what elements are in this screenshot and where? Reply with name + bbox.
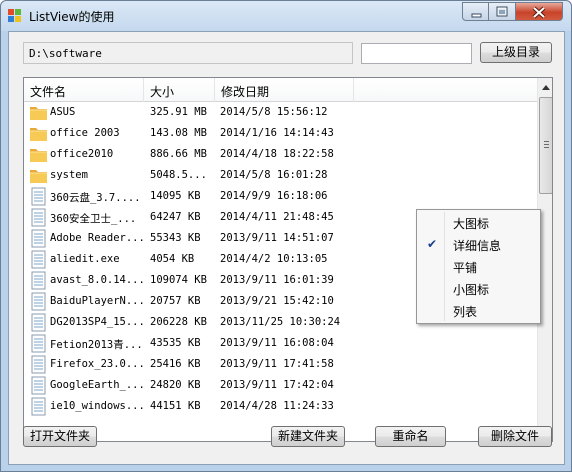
column-header-size[interactable]: 大小 bbox=[144, 78, 215, 102]
row-file-name: BaiduPlayerN... bbox=[50, 295, 145, 307]
row-modified-date: 2014/5/8 15:56:12 bbox=[220, 106, 328, 118]
table-row[interactable]: 360云盘_3.7.... 14095 KB 2014/9/9 16:18:06 bbox=[24, 186, 537, 207]
row-modified-date: 2013/9/21 15:42:10 bbox=[220, 295, 334, 307]
row-file-size: 4054 KB bbox=[150, 253, 195, 265]
path-display: D:\software bbox=[23, 42, 353, 64]
row-file-name: DG2013SP4_15... bbox=[50, 316, 145, 328]
row-file-size: 25416 KB bbox=[150, 358, 201, 370]
window-title: ListView的使用 bbox=[29, 10, 115, 24]
row-file-name: 360安全卫士_... bbox=[50, 213, 137, 225]
row-modified-date: 2014/4/28 11:24:33 bbox=[220, 400, 334, 412]
row-file-size: 109074 KB bbox=[150, 274, 207, 286]
row-file-size: 20757 KB bbox=[150, 295, 201, 307]
row-modified-date: 2013/11/25 10:30:24 bbox=[220, 316, 341, 328]
column-header-date[interactable]: 修改日期 bbox=[215, 78, 354, 102]
column-header-name[interactable]: 文件名 bbox=[24, 78, 144, 102]
row-modified-date: 2014/4/2 10:13:05 bbox=[220, 253, 328, 265]
client-area: D:\software 上级目录 文件名 大小 修改日期 ASUS 325.91 … bbox=[8, 31, 565, 465]
row-modified-date: 2013/9/11 17:42:04 bbox=[220, 379, 334, 391]
menu-item-tile[interactable]: 平铺 bbox=[419, 256, 538, 278]
row-modified-date: 2014/4/11 21:48:45 bbox=[220, 211, 334, 223]
view-context-menu: 大图标 ✔ 详细信息 平铺 小图标 列表 bbox=[416, 209, 541, 324]
row-modified-date: 2013/9/11 17:41:58 bbox=[220, 358, 334, 370]
row-file-size: 44151 KB bbox=[150, 400, 201, 412]
scrollbar-thumb[interactable] bbox=[539, 97, 552, 194]
row-file-size: 24820 KB bbox=[150, 379, 201, 391]
app-window: ListView的使用 D:\software 上级目录 文件名 大小 修改日期… bbox=[0, 0, 572, 472]
title-bar[interactable]: ListView的使用 bbox=[1, 1, 571, 31]
row-file-name: ie10_windows... bbox=[50, 400, 145, 412]
row-file-name: ASUS bbox=[50, 106, 76, 118]
table-row[interactable]: office 2003 143.08 MB 2014/1/16 14:14:43 bbox=[24, 123, 537, 144]
row-file-size: 5048.5... bbox=[150, 169, 207, 181]
row-file-name: 360云盘_3.7.... bbox=[50, 192, 141, 204]
table-row[interactable]: system 5048.5... 2014/5/8 16:01:28 bbox=[24, 165, 537, 186]
rename-button[interactable]: 重命名 bbox=[375, 426, 446, 447]
row-file-name: GoogleEarth_... bbox=[50, 379, 145, 391]
row-modified-date: 2014/1/16 14:14:43 bbox=[220, 127, 334, 139]
row-file-name: Fetion2013青... bbox=[50, 339, 143, 351]
scroll-up-arrow-icon[interactable] bbox=[538, 79, 553, 96]
close-icon bbox=[532, 6, 546, 19]
row-file-size: 325.91 MB bbox=[150, 106, 207, 118]
row-file-size: 64247 KB bbox=[150, 211, 201, 223]
table-row[interactable]: ie10_windows... 44151 KB 2014/4/28 11:24:3… bbox=[24, 396, 537, 417]
row-modified-date: 2014/5/8 16:01:28 bbox=[220, 169, 328, 181]
row-modified-date: 2013/9/11 16:01:39 bbox=[220, 274, 334, 286]
row-file-name: system bbox=[50, 169, 88, 181]
check-icon: ✔ bbox=[427, 237, 438, 251]
list-header: 文件名 大小 修改日期 bbox=[24, 78, 537, 102]
row-file-name: aliedit.exe bbox=[50, 253, 120, 265]
row-modified-date: 2014/9/9 16:18:06 bbox=[220, 190, 328, 202]
row-file-name: office2010 bbox=[50, 148, 114, 160]
menu-item-large-icon[interactable]: 大图标 bbox=[419, 212, 538, 234]
row-file-size: 886.66 MB bbox=[150, 148, 207, 160]
row-file-size: 206228 KB bbox=[150, 316, 207, 328]
menu-item-list[interactable]: 列表 bbox=[419, 300, 538, 322]
new-folder-button[interactable]: 新建文件夹 bbox=[271, 426, 345, 447]
scroll-grip-icon bbox=[544, 141, 549, 148]
app-icon bbox=[8, 9, 22, 23]
open-folder-button[interactable]: 打开文件夹 bbox=[23, 426, 97, 447]
table-row[interactable]: Firefox_23.0... 25416 KB 2013/9/11 17:41:5… bbox=[24, 354, 537, 375]
menu-item-small-icon[interactable]: 小图标 bbox=[419, 278, 538, 300]
table-row[interactable]: Fetion2013青... 43535 KB 2013/9/11 16:08:04 bbox=[24, 333, 537, 354]
delete-file-button[interactable]: 删除文件 bbox=[478, 426, 552, 447]
row-file-name: office 2003 bbox=[50, 127, 120, 139]
row-file-size: 43535 KB bbox=[150, 337, 201, 349]
table-row[interactable]: GoogleEarth_... 24820 KB 2013/9/11 17:42:0… bbox=[24, 375, 537, 396]
maximize-icon bbox=[496, 6, 508, 17]
row-file-name: Adobe Reader... bbox=[50, 232, 145, 244]
row-file-name: avast_8.0.14... bbox=[50, 274, 145, 286]
row-modified-date: 2013/9/11 16:08:04 bbox=[220, 337, 334, 349]
table-row[interactable]: ASUS 325.91 MB 2014/5/8 15:56:12 bbox=[24, 102, 537, 123]
row-file-name: Firefox_23.0... bbox=[50, 358, 145, 370]
minimize-icon bbox=[471, 13, 482, 18]
row-file-size: 14095 KB bbox=[150, 190, 201, 202]
menu-item-details[interactable]: ✔ 详细信息 bbox=[419, 234, 538, 256]
close-button[interactable] bbox=[516, 2, 563, 21]
row-file-size: 143.08 MB bbox=[150, 127, 207, 139]
minimize-button[interactable] bbox=[462, 2, 489, 21]
table-row[interactable]: office2010 886.66 MB 2014/4/18 18:22:58 bbox=[24, 144, 537, 165]
row-file-size: 55343 KB bbox=[150, 232, 201, 244]
row-modified-date: 2013/9/11 14:51:07 bbox=[220, 232, 334, 244]
up-directory-button[interactable]: 上级目录 bbox=[480, 42, 552, 63]
maximize-button[interactable] bbox=[489, 2, 516, 21]
row-modified-date: 2014/4/18 18:22:58 bbox=[220, 148, 334, 160]
filter-input[interactable] bbox=[361, 43, 472, 64]
